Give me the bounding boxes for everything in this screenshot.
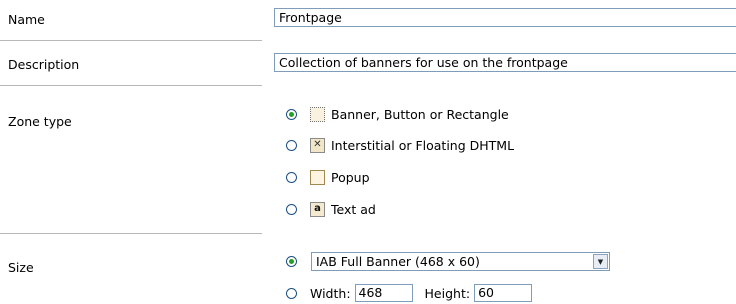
text-ad-radio[interactable] <box>286 203 297 215</box>
popup-option-label: Popup <box>331 169 370 185</box>
interstitial-icon: ✕ <box>310 137 325 153</box>
popup-icon <box>310 169 325 185</box>
description-input[interactable]: Collection of banners for use on the fro… <box>274 53 736 72</box>
text-ad-option-label: Text ad <box>331 201 376 217</box>
size-custom-option[interactable]: Width: 468 Height: 60 <box>286 282 533 304</box>
banner-option-label: Banner, Button or Rectangle <box>331 106 509 122</box>
banner-icon <box>310 106 325 122</box>
divider <box>0 233 262 234</box>
size-preset-option[interactable] <box>286 250 297 272</box>
height-label: Height: <box>424 285 471 301</box>
size-label: Size <box>8 260 34 275</box>
interstitial-radio[interactable] <box>286 139 297 151</box>
divider <box>0 85 262 86</box>
zone-type-option-banner[interactable]: Banner, Button or Rectangle <box>286 103 509 125</box>
size-preset-select[interactable]: IAB Full Banner (468 x 60) ▼ <box>311 252 610 271</box>
width-label: Width: <box>310 285 351 301</box>
zone-type-option-popup[interactable]: Popup <box>286 166 370 188</box>
zone-type-option-text-ad[interactable]: a Text ad <box>286 198 376 220</box>
text-ad-icon: a <box>310 201 325 217</box>
name-label: Name <box>8 12 45 27</box>
size-preset-value: IAB Full Banner (468 x 60) <box>316 254 480 269</box>
zone-type-label: Zone type <box>8 114 72 129</box>
divider <box>0 40 262 41</box>
zone-type-option-interstitial[interactable]: ✕ Interstitial or Floating DHTML <box>286 134 514 156</box>
size-preset-radio[interactable] <box>286 255 297 267</box>
chevron-down-icon[interactable]: ▼ <box>593 254 608 269</box>
name-input[interactable]: Frontpage <box>274 8 736 27</box>
size-custom-radio[interactable] <box>286 287 297 299</box>
width-input[interactable]: 468 <box>354 284 413 302</box>
interstitial-option-label: Interstitial or Floating DHTML <box>331 137 515 153</box>
popup-radio[interactable] <box>286 171 297 183</box>
description-label: Description <box>8 57 80 72</box>
height-input[interactable]: 60 <box>474 284 533 302</box>
banner-radio[interactable] <box>286 108 297 120</box>
